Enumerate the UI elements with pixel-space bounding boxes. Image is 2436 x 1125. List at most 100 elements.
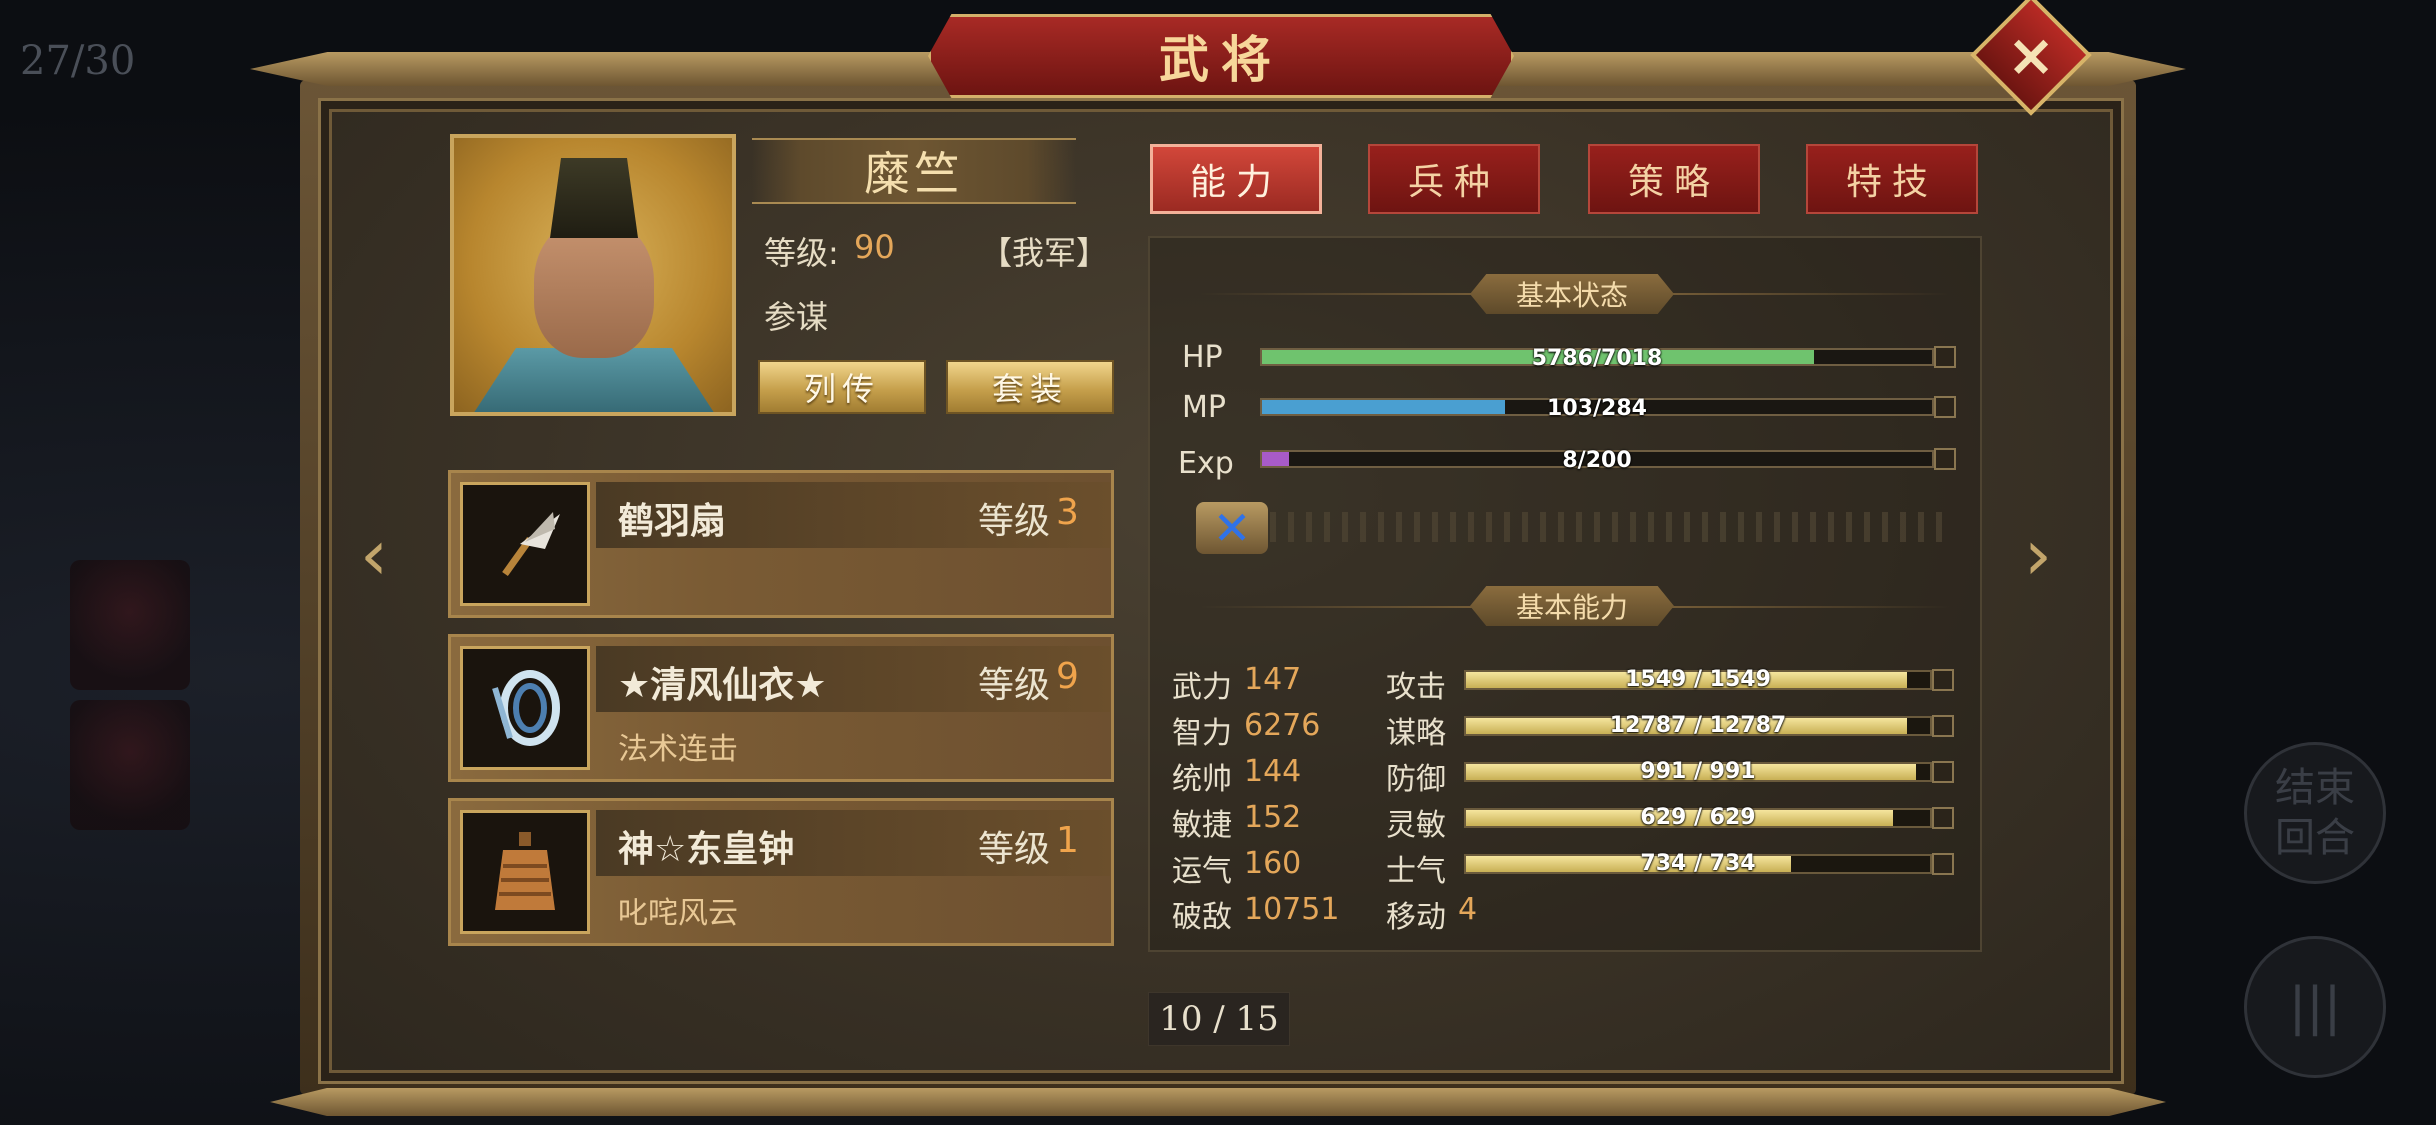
hp-value: 5786/7018	[1531, 346, 1663, 371]
tab-strategy[interactable]: 策略	[1588, 144, 1760, 214]
morale-value: 734 / 734	[1640, 851, 1756, 876]
equipment-3-level-label: 等级	[978, 829, 1051, 870]
attack-value: 1549 / 1549	[1625, 667, 1771, 692]
faction-label: 【我军】	[980, 234, 1109, 272]
turn-counter: 27/30	[20, 38, 136, 84]
general-name: 糜竺	[864, 147, 964, 201]
level-label: 等级:	[764, 234, 839, 272]
feather-fan-icon[interactable]	[460, 482, 590, 606]
end-turn-button[interactable]: 结束 回合	[2244, 742, 2386, 884]
equipment-set-button[interactable]: 套装	[946, 360, 1114, 414]
attr-intellect-value: 6276	[1244, 708, 1321, 743]
attr-luck-label: 运气	[1172, 854, 1232, 889]
combat-dexterity-label: 灵敏	[1386, 808, 1446, 843]
defense-value: 991 / 991	[1640, 759, 1756, 784]
combat-defense-label: 防御	[1386, 762, 1446, 797]
tab-troop-type[interactable]: 兵种	[1368, 144, 1540, 214]
end-turn-label: 结束 回合	[2275, 765, 2355, 861]
menu-icon: |||	[2288, 977, 2342, 1037]
bottom-ornament-bar	[270, 1088, 2166, 1116]
exp-value: 8/200	[1562, 448, 1632, 473]
move-value: 4	[1458, 892, 1478, 927]
bar-end-cap	[1932, 761, 1954, 783]
robe-icon[interactable]	[460, 646, 590, 770]
mp-value: 103/284	[1547, 396, 1647, 421]
equipment-2-level-label: 等级	[978, 665, 1051, 706]
map-unit	[70, 560, 190, 690]
equipment-1-name: 鹤羽扇	[618, 501, 727, 542]
equipment-1-level: 3	[1056, 492, 1079, 533]
page-indicator: 10 / 15	[1148, 992, 1290, 1046]
equipment-set-button-label: 套装	[991, 370, 1068, 408]
bar-end-cap	[1934, 396, 1956, 418]
name-plate: 糜竺	[752, 138, 1076, 204]
basic-ability-title: 基本能力	[1515, 591, 1628, 624]
defense-bar: 991 / 991	[1464, 759, 1932, 784]
skill-chain-ornament	[1198, 512, 1952, 542]
equipment-3-name: 神☆东皇钟	[618, 829, 795, 870]
dexterity-bar: 629 / 629	[1464, 805, 1932, 830]
equipment-2-name: ★清风仙衣★	[618, 665, 827, 706]
attr-break-enemy-value: 10751	[1244, 892, 1340, 927]
basic-ability-header: 基本能力	[1470, 586, 1674, 626]
window-title: 武将	[1159, 30, 1283, 89]
equipment-3-skill: 叱咤风云	[618, 896, 738, 931]
next-general-arrow-icon[interactable]: ›	[2024, 520, 2074, 590]
move-label: 移动	[1386, 900, 1446, 935]
basic-status-title: 基本状态	[1515, 279, 1628, 312]
portrait-hat	[550, 158, 638, 238]
attr-command-value: 144	[1244, 754, 1302, 789]
menu-button[interactable]: |||	[2244, 936, 2386, 1078]
bar-end-cap	[1932, 853, 1954, 875]
title-plate: 武将	[928, 14, 1514, 98]
exp-label: Exp	[1178, 446, 1234, 481]
bar-end-cap	[1932, 669, 1954, 691]
basic-status-header: 基本状态	[1470, 274, 1674, 314]
equipment-3-level: 1	[1056, 820, 1079, 861]
hp-label: HP	[1182, 340, 1223, 375]
dexterity-value: 629 / 629	[1640, 805, 1756, 830]
strategy-value: 12787 / 12787	[1609, 713, 1787, 738]
equipment-2-skill: 法术连击	[618, 732, 738, 767]
exp-bar: 8/200	[1260, 448, 1934, 473]
attr-agility-value: 152	[1244, 800, 1302, 835]
equipment-1-level-label: 等级	[978, 501, 1051, 542]
bar-end-cap	[1932, 715, 1954, 737]
bell-icon[interactable]	[460, 810, 590, 934]
mp-bar: 103/284	[1260, 396, 1934, 421]
tab-ability-label: 能力	[1189, 162, 1282, 203]
close-icon[interactable]: ×	[1988, 12, 2074, 98]
strategy-bar: 12787 / 12787	[1464, 713, 1932, 738]
portrait-face	[534, 218, 654, 358]
tab-ability[interactable]: 能力	[1150, 144, 1322, 214]
biography-button[interactable]: 列传	[758, 360, 926, 414]
crossed-swords-skill-icon[interactable]: ✕	[1196, 501, 1268, 555]
map-unit	[70, 700, 190, 830]
tab-troop-type-label: 兵种	[1407, 162, 1500, 203]
class-label: 参谋	[764, 298, 829, 336]
attr-force-value: 147	[1244, 662, 1302, 697]
bar-end-cap	[1934, 346, 1956, 368]
biography-button-label: 列传	[803, 370, 880, 408]
attack-bar: 1549 / 1549	[1464, 667, 1932, 692]
attr-command-label: 统帅	[1172, 762, 1232, 797]
hp-bar: 5786/7018	[1260, 346, 1934, 371]
mp-label: MP	[1182, 390, 1226, 425]
attr-luck-value: 160	[1244, 846, 1302, 881]
tab-strategy-label: 策略	[1627, 162, 1720, 203]
page-indicator-text: 10 / 15	[1159, 999, 1279, 1039]
combat-attack-label: 攻击	[1386, 670, 1446, 705]
tab-special-skills[interactable]: 特技	[1806, 144, 1978, 214]
bar-end-cap	[1934, 448, 1956, 470]
morale-bar: 734 / 734	[1464, 851, 1932, 876]
portrait-robe	[464, 348, 724, 412]
general-portrait	[450, 134, 736, 416]
combat-strategy-label: 谋略	[1386, 716, 1446, 751]
equipment-2-level: 9	[1056, 656, 1079, 697]
previous-general-arrow-icon[interactable]: ‹	[360, 520, 410, 590]
tab-special-skills-label: 特技	[1845, 162, 1938, 203]
attr-agility-label: 敏捷	[1172, 808, 1232, 843]
level-value: 90	[854, 228, 895, 266]
attr-force-label: 武力	[1172, 670, 1232, 705]
attr-break-enemy-label: 破敌	[1172, 900, 1232, 935]
